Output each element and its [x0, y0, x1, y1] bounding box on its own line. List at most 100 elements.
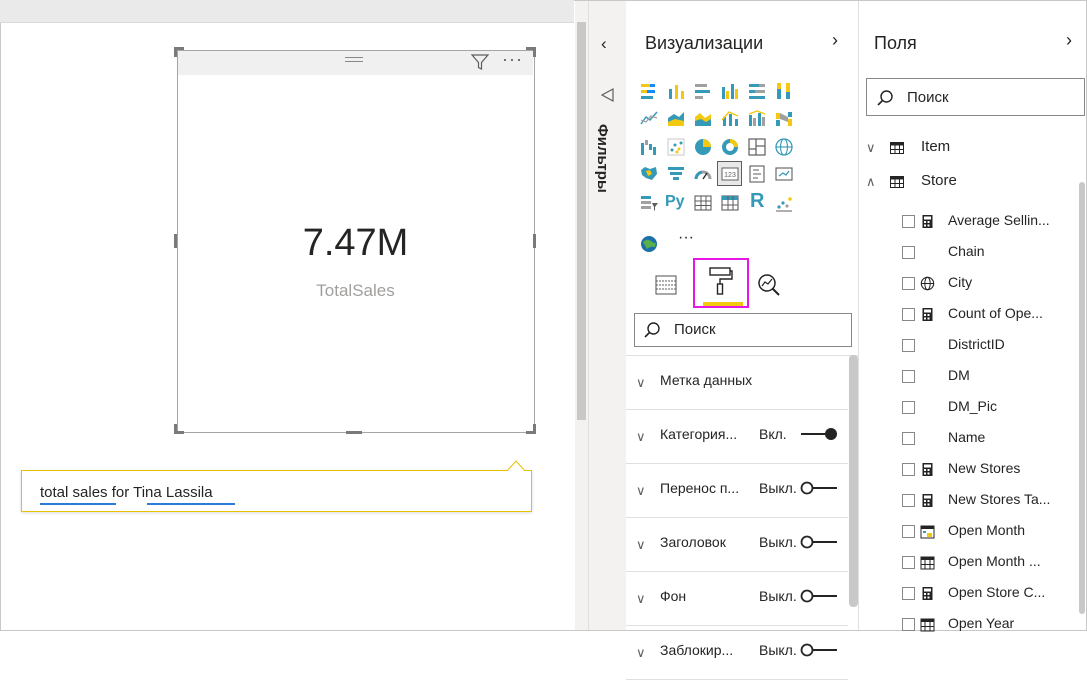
fields-search-input[interactable]	[866, 78, 1085, 116]
field-item[interactable]: Open Month ...	[900, 552, 1070, 574]
field-item[interactable]: DistrictID	[900, 335, 1070, 357]
collapse-table-chevron-icon[interactable]: ∧	[866, 174, 876, 190]
field-item[interactable]: New Stores	[900, 459, 1070, 481]
funnel-icon[interactable]	[666, 164, 686, 184]
chevron-down-icon[interactable]: ∨	[636, 537, 646, 553]
field-item[interactable]: Chain	[900, 242, 1070, 264]
treemap-icon[interactable]	[747, 137, 767, 157]
filters-pane-title[interactable]: Фильтры	[594, 124, 611, 193]
field-checkbox[interactable]	[902, 556, 915, 569]
paint-roller-icon[interactable]	[708, 266, 734, 296]
ribbon-chart-icon[interactable]	[774, 108, 794, 128]
line-chart-icon[interactable]	[639, 108, 659, 128]
format-section[interactable]: ∨ Метка данных	[626, 355, 848, 410]
table-icon[interactable]	[693, 193, 713, 213]
filter-icon[interactable]	[470, 52, 490, 72]
field-checkbox[interactable]	[902, 370, 915, 383]
map-icon[interactable]	[774, 137, 794, 157]
table-name-item[interactable]: Item	[921, 138, 950, 155]
field-item[interactable]: New Stores Ta...	[900, 490, 1070, 512]
format-search-input[interactable]	[634, 313, 852, 347]
fields-pane-scrollbar[interactable]	[1079, 182, 1085, 614]
pie-icon[interactable]	[693, 137, 713, 157]
table-name-store[interactable]: Store	[921, 172, 957, 189]
gauge-icon[interactable]	[693, 164, 713, 184]
line-clustered-column-icon[interactable]	[747, 108, 767, 128]
field-checkbox[interactable]	[902, 525, 915, 538]
field-checkbox[interactable]	[902, 494, 915, 507]
more-options-icon[interactable]: ···	[502, 49, 523, 70]
resize-handle-nw-v[interactable]	[174, 47, 177, 57]
format-section[interactable]: ∨ Заголовок Выкл.	[626, 517, 848, 572]
canvas-scrollbar-thumb[interactable]	[577, 22, 586, 420]
resize-handle-ne-v[interactable]	[533, 47, 536, 57]
collapse-visualizations-chevron-icon[interactable]: ›	[832, 30, 838, 51]
stacked-column-icon[interactable]	[666, 81, 686, 101]
scatter-icon[interactable]	[666, 137, 686, 157]
r-visual-icon[interactable]: R	[750, 190, 764, 213]
expand-filters-chevron-icon[interactable]: ‹	[601, 34, 607, 54]
field-checkbox[interactable]	[902, 618, 915, 631]
multi-row-card-icon[interactable]	[747, 164, 767, 184]
clustered-bar-icon[interactable]	[693, 81, 713, 101]
more-visuals-icon[interactable]: ···	[678, 229, 694, 247]
card-icon[interactable]: 123	[720, 164, 740, 184]
waterfall-icon[interactable]	[639, 137, 659, 157]
qa-question-text[interactable]: total sales for Tina Lassila	[40, 484, 213, 501]
field-checkbox[interactable]	[902, 432, 915, 445]
format-section[interactable]: ∨ Категория... Вкл.	[626, 409, 848, 464]
slicer-icon[interactable]	[639, 193, 659, 213]
chevron-down-icon[interactable]: ∨	[636, 591, 646, 607]
arcgis-icon[interactable]	[639, 234, 659, 254]
chevron-down-icon[interactable]: ∨	[636, 375, 646, 391]
field-checkbox[interactable]	[902, 246, 915, 259]
format-section[interactable]: ∨ Заблокир... Выкл.	[626, 625, 848, 680]
format-pane-scrollbar[interactable]	[849, 355, 858, 607]
toggle-on[interactable]	[799, 426, 839, 442]
stacked-area-icon[interactable]	[693, 108, 713, 128]
100-stacked-column-icon[interactable]	[774, 81, 794, 101]
toggle-off[interactable]	[799, 480, 839, 496]
kpi-icon[interactable]	[774, 164, 794, 184]
field-item[interactable]: DM	[900, 366, 1070, 388]
field-checkbox[interactable]	[902, 339, 915, 352]
clustered-column-icon[interactable]	[720, 81, 740, 101]
field-item[interactable]: Count of Ope...	[900, 304, 1070, 326]
field-item[interactable]: Open Month	[900, 521, 1070, 543]
resize-handle-s[interactable]	[346, 431, 362, 434]
analytics-tab-icon[interactable]	[756, 272, 782, 298]
line-column-icon[interactable]	[720, 108, 740, 128]
chevron-down-icon[interactable]: ∨	[636, 483, 646, 499]
field-item[interactable]: DM_Pic	[900, 397, 1070, 419]
field-checkbox[interactable]	[902, 215, 915, 228]
resize-handle-e[interactable]	[533, 234, 536, 248]
field-checkbox[interactable]	[902, 463, 915, 476]
drag-grip-icon[interactable]	[345, 57, 363, 58]
expand-table-chevron-icon[interactable]: ∨	[866, 140, 876, 156]
toggle-off[interactable]	[799, 588, 839, 604]
collapse-fields-chevron-icon[interactable]: ›	[1066, 30, 1072, 51]
toggle-off[interactable]	[799, 534, 839, 550]
python-visual-icon[interactable]: Py	[665, 193, 685, 211]
toggle-off[interactable]	[799, 642, 839, 658]
stacked-bar-icon[interactable]	[639, 81, 659, 101]
field-item[interactable]: Open Store C...	[900, 583, 1070, 605]
resize-handle-se-v[interactable]	[533, 424, 536, 434]
field-item[interactable]: Name	[900, 428, 1070, 450]
format-section[interactable]: ∨ Фон Выкл.	[626, 571, 848, 626]
chevron-down-icon[interactable]: ∨	[636, 645, 646, 661]
format-section[interactable]: ∨ Перенос п... Выкл.	[626, 463, 848, 518]
filled-map-icon[interactable]	[639, 164, 659, 184]
field-checkbox[interactable]	[902, 587, 915, 600]
fields-tab-icon[interactable]	[655, 274, 677, 296]
area-chart-icon[interactable]	[666, 108, 686, 128]
field-item[interactable]: City	[900, 273, 1070, 295]
field-checkbox[interactable]	[902, 277, 915, 290]
field-checkbox[interactable]	[902, 401, 915, 414]
100-stacked-bar-icon[interactable]	[747, 81, 767, 101]
donut-icon[interactable]	[720, 137, 740, 157]
field-item[interactable]: Average Sellin...	[900, 211, 1070, 233]
chevron-down-icon[interactable]: ∨	[636, 429, 646, 445]
resize-handle-w[interactable]	[174, 234, 177, 248]
matrix-icon[interactable]	[720, 193, 740, 213]
